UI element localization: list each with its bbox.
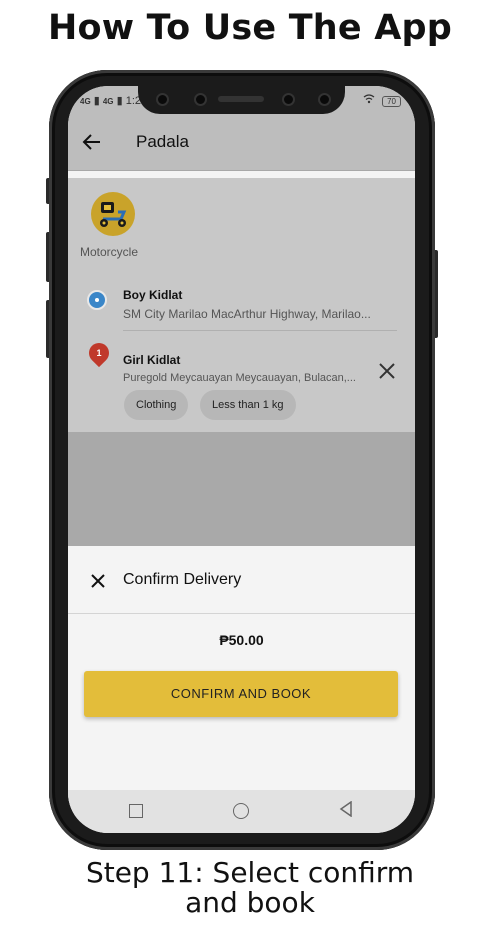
camera-icon — [156, 93, 169, 106]
delivery-details: Motorcycle Boy Kidlat SM City Marilao Ma… — [68, 178, 415, 432]
phone-notch — [138, 86, 345, 114]
wifi-icon — [363, 94, 378, 107]
item-tag-chip[interactable]: Less than 1 kg — [200, 390, 296, 420]
confirm-and-book-button[interactable]: CONFIRM AND BOOK — [84, 671, 398, 717]
home-icon[interactable] — [233, 803, 249, 819]
back-nav-icon[interactable] — [339, 800, 353, 822]
sensor-icon — [194, 93, 207, 106]
sensor-icon — [282, 93, 295, 106]
phone-screen: 4G ▮ 4G ▮ 1:28 70 Padala Motorcycle Boy … — [68, 86, 415, 833]
status-bar: 4G ▮ 4G ▮ 1:28 70 — [68, 86, 415, 116]
pickup-name: Boy Kidlat — [123, 288, 183, 302]
signal-bars-icon: ▮ — [116, 95, 123, 107]
status-right: 70 — [363, 94, 401, 107]
divider — [123, 330, 397, 331]
dropoff-pin-icon: 1 — [84, 338, 114, 368]
app-bar: Padala — [68, 116, 415, 171]
front-camera-icon — [318, 93, 331, 106]
back-arrow-icon[interactable] — [82, 126, 102, 161]
item-tag-chip[interactable]: Clothing — [124, 390, 189, 420]
recents-icon[interactable] — [129, 804, 143, 818]
dropoff-address[interactable]: Puregold Meycauayan Meycauayan, Bulacan,… — [123, 372, 356, 384]
step-caption: Step 11: Select confirm and book — [0, 858, 500, 918]
pickup-address[interactable]: SM City Marilao MacArthur Highway, Maril… — [123, 307, 371, 321]
pickup-pin-icon — [87, 290, 107, 310]
caption-line: and book — [185, 886, 315, 919]
status-left: 4G ▮ 4G ▮ 1:28 — [80, 94, 147, 107]
motorcycle-icon[interactable] — [91, 192, 135, 236]
delivery-price: ₱50.00 — [219, 632, 264, 648]
dropoff-name: Girl Kidlat — [123, 353, 181, 367]
vehicle-label: Motorcycle — [80, 245, 139, 259]
app-bar-title: Padala — [136, 132, 189, 151]
divider — [68, 613, 415, 614]
battery-icon: 70 — [382, 96, 401, 107]
confirm-delivery-sheet: Confirm Delivery ₱50.00 CONFIRM AND BOOK — [68, 546, 415, 790]
close-icon[interactable] — [90, 565, 106, 595]
dropoff-number: 1 — [96, 348, 102, 358]
signal-indicator: 4G — [102, 97, 114, 106]
dimmed-background — [68, 432, 415, 546]
signal-bars-icon: ▮ — [93, 95, 100, 107]
android-nav-bar — [68, 790, 415, 833]
sheet-title: Confirm Delivery — [123, 571, 242, 588]
caption-line: Step 11: Select confirm — [85, 856, 415, 889]
page-heading: How To Use The App — [48, 8, 452, 48]
remove-stop-close-icon[interactable] — [378, 360, 396, 386]
earpiece-speaker — [218, 96, 264, 102]
signal-indicator: 4G — [80, 97, 91, 106]
